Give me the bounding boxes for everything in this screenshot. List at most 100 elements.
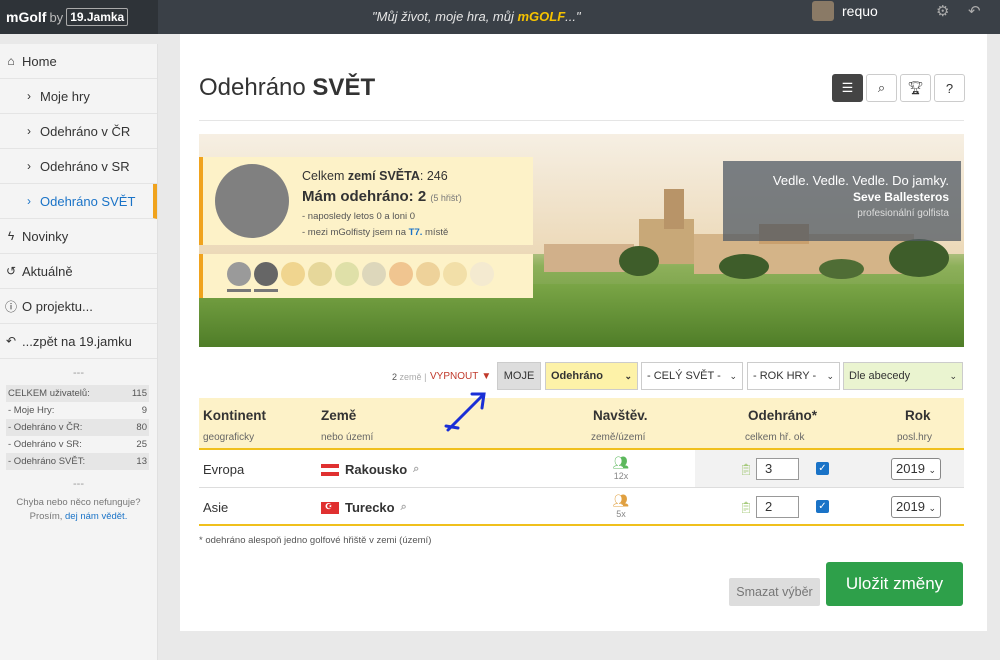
avatar xyxy=(812,1,834,21)
history-icon: ↺ xyxy=(5,264,17,278)
stats-box: Celkem zemí SVĚTA: 246 Mám odehráno: 2 (… xyxy=(199,157,533,245)
search-icon[interactable]: ⌕ xyxy=(401,501,407,514)
divider: --- xyxy=(73,367,84,379)
table-row: Evropa Rakousko ⌕ 👥︎ 12x 📋︎ 3 ✓ 2019 ⌄ xyxy=(199,450,964,488)
divider: --- xyxy=(73,478,84,490)
table-row: Asie Turecko⌕ 👥︎5x 📋︎ 2 ✓ 2019 ⌄ xyxy=(199,488,964,526)
stats: CELKEM uživatelů: 115 - Moje Hry: 9 - Odeh… xyxy=(0,385,157,470)
continent-circle[interactable] xyxy=(389,262,413,286)
error-report: Chyba nebo něco nefunguje? Prosím, dej n… xyxy=(16,497,141,522)
filter-off-button[interactable]: VYPNOUT ▼ xyxy=(430,371,491,382)
bolt-icon: ϟ xyxy=(7,229,15,243)
austria-flag-icon xyxy=(321,463,339,476)
sidebar-item-odehrano-cr[interactable]: › Odehráno v ČR xyxy=(0,114,157,149)
clear-button[interactable]: Smazat výběr xyxy=(729,578,820,606)
continent-circle[interactable] xyxy=(254,262,278,286)
chevron-down-icon: ⌄ xyxy=(949,370,957,381)
banner: Celkem zemí SVĚTA: 246 Mám odehráno: 2 (… xyxy=(199,134,964,347)
continent-circles xyxy=(199,254,533,298)
search-button[interactable]: ⌕ xyxy=(866,74,897,102)
clipboard-icon: 📋︎ xyxy=(739,464,753,476)
sidebar-item-home[interactable]: ⌂ Home xyxy=(0,44,157,79)
result-count: 2 země | xyxy=(392,372,427,382)
search-icon: ⌕ xyxy=(877,80,886,95)
user-menu[interactable]: requo xyxy=(812,0,878,22)
motto: "Můj život, moje hra, můj mGOLF..." xyxy=(372,9,581,24)
search-icon[interactable]: ⌕ xyxy=(413,463,419,476)
logo[interactable]: mGolf by 19.Jamka xyxy=(0,0,158,34)
continent-circle[interactable] xyxy=(416,262,440,286)
chevron-right-icon: › xyxy=(27,89,31,103)
divider xyxy=(199,120,964,121)
back-icon[interactable]: ↶ xyxy=(968,2,981,20)
reply-icon: ↶ xyxy=(5,334,17,348)
stat-row: CELKEM uživatelů: 115 xyxy=(6,385,149,402)
continent-circle[interactable] xyxy=(227,262,251,286)
clipboard-icon: 📋︎ xyxy=(739,502,753,514)
logo-text: mGolf xyxy=(6,9,47,25)
country-table: Kontinent geograficky Země nebo území Na… xyxy=(199,398,964,526)
report-link[interactable]: dej nám vědět. xyxy=(65,511,127,522)
continent-circle[interactable] xyxy=(470,262,494,286)
moje-button[interactable]: MOJE xyxy=(497,362,541,390)
chevron-down-icon: ⌄ xyxy=(826,370,834,381)
main-panel: Odehráno SVĚT ☰ ⌕ 🏆︎ ? Celkem zemí SVĚTA… xyxy=(180,34,987,631)
sidebar-item-o-projektu[interactable]: ⓘ O projektu... xyxy=(0,289,157,324)
continent-circle[interactable] xyxy=(362,262,386,286)
logo-by: by xyxy=(49,9,64,25)
sidebar-item-novinky[interactable]: ϟ Novinky xyxy=(0,219,157,254)
sort-select[interactable]: Dle abecedy ⌄ xyxy=(843,362,963,390)
stat-row: - Odehráno v ČR: 80 xyxy=(6,419,149,436)
ok-checkbox[interactable]: ✓ xyxy=(816,462,829,475)
chevron-right-icon: › xyxy=(27,124,31,138)
quote-box: Vedle. Vedle. Vedle. Do jamky. Seve Ball… xyxy=(723,161,961,241)
turkey-flag-icon xyxy=(321,501,339,514)
sidebar-item-odehrano-sr[interactable]: › Odehráno v SR xyxy=(0,149,157,184)
help-button[interactable]: ? xyxy=(934,74,965,102)
played-count-input[interactable]: 3 xyxy=(756,458,799,480)
logo-jamka: 19.Jamka xyxy=(66,8,129,26)
continent-circle[interactable] xyxy=(281,262,305,286)
stat-row: - Odehráno SVĚT: 13 xyxy=(6,453,149,470)
list-view-button[interactable]: ☰ xyxy=(832,74,863,102)
gear-icon[interactable]: ⚙ xyxy=(936,2,949,20)
country-link[interactable]: Rakousko xyxy=(345,462,407,477)
username: requo xyxy=(842,3,878,19)
sidebar-item-aktualne[interactable]: ↺ Aktuálně xyxy=(0,254,157,289)
continent-circle[interactable] xyxy=(308,262,332,286)
continent-circle[interactable] xyxy=(443,262,467,286)
list-icon: ☰ xyxy=(841,80,854,95)
continent-circle[interactable] xyxy=(335,262,359,286)
country-link[interactable]: Turecko xyxy=(345,500,395,515)
trophy-button[interactable]: 🏆︎ xyxy=(900,74,931,102)
stat-row: - Odehráno v SR: 25 xyxy=(8,439,147,450)
played-count-input[interactable]: 2 xyxy=(756,496,799,518)
year-select[interactable]: - ROK HRY - ⌄ xyxy=(747,362,840,390)
info-icon: ⓘ xyxy=(4,299,17,314)
status-select[interactable]: Odehráno ⌄ xyxy=(545,362,638,390)
visits: 👥︎ 5x xyxy=(606,493,636,519)
save-button[interactable]: Uložit změny xyxy=(826,562,963,606)
view-toolbar: ☰ ⌕ 🏆︎ ? xyxy=(832,74,965,102)
chevron-down-icon: ⌄ xyxy=(729,370,737,381)
year-select[interactable]: 2019 ⌄ xyxy=(891,458,941,480)
chevron-down-icon: ⌄ xyxy=(624,370,632,381)
home-icon: ⌂ xyxy=(7,54,15,68)
chevron-down-icon: ⌄ xyxy=(928,503,937,513)
page-title: Odehráno SVĚT xyxy=(199,74,376,101)
ok-checkbox[interactable]: ✓ xyxy=(816,500,829,513)
top-bar: mGolf by 19.Jamka "Můj život, moje hra, … xyxy=(0,0,1000,34)
sidebar-item-odehrano-svet[interactable]: › Odehráno SVĚT xyxy=(0,184,157,219)
year-select[interactable]: 2019 ⌄ xyxy=(891,496,941,518)
annotation-arrow-icon xyxy=(444,392,486,432)
visits: 👥︎ 12x xyxy=(606,455,636,481)
sidebar-item-moje-hry[interactable]: › Moje hry xyxy=(0,79,157,114)
region-select[interactable]: - CELÝ SVĚT - ⌄ xyxy=(641,362,743,390)
table-header: Kontinent geograficky Země nebo území Na… xyxy=(199,398,964,450)
trophy-icon: 🏆︎ xyxy=(907,80,924,95)
profile-avatar xyxy=(215,164,289,238)
filter-bar: 2 země | VYPNOUT ▼ MOJE Odehráno ⌄ - CELÝ … xyxy=(199,362,964,390)
sidebar: ⌂ Home › Moje hry › Odehráno v ČR › Odehráno… xyxy=(0,44,158,660)
filter-icon: ▼ xyxy=(481,371,492,382)
sidebar-item-zpet[interactable]: ↶ ...zpět na 19.jamku xyxy=(0,324,157,359)
